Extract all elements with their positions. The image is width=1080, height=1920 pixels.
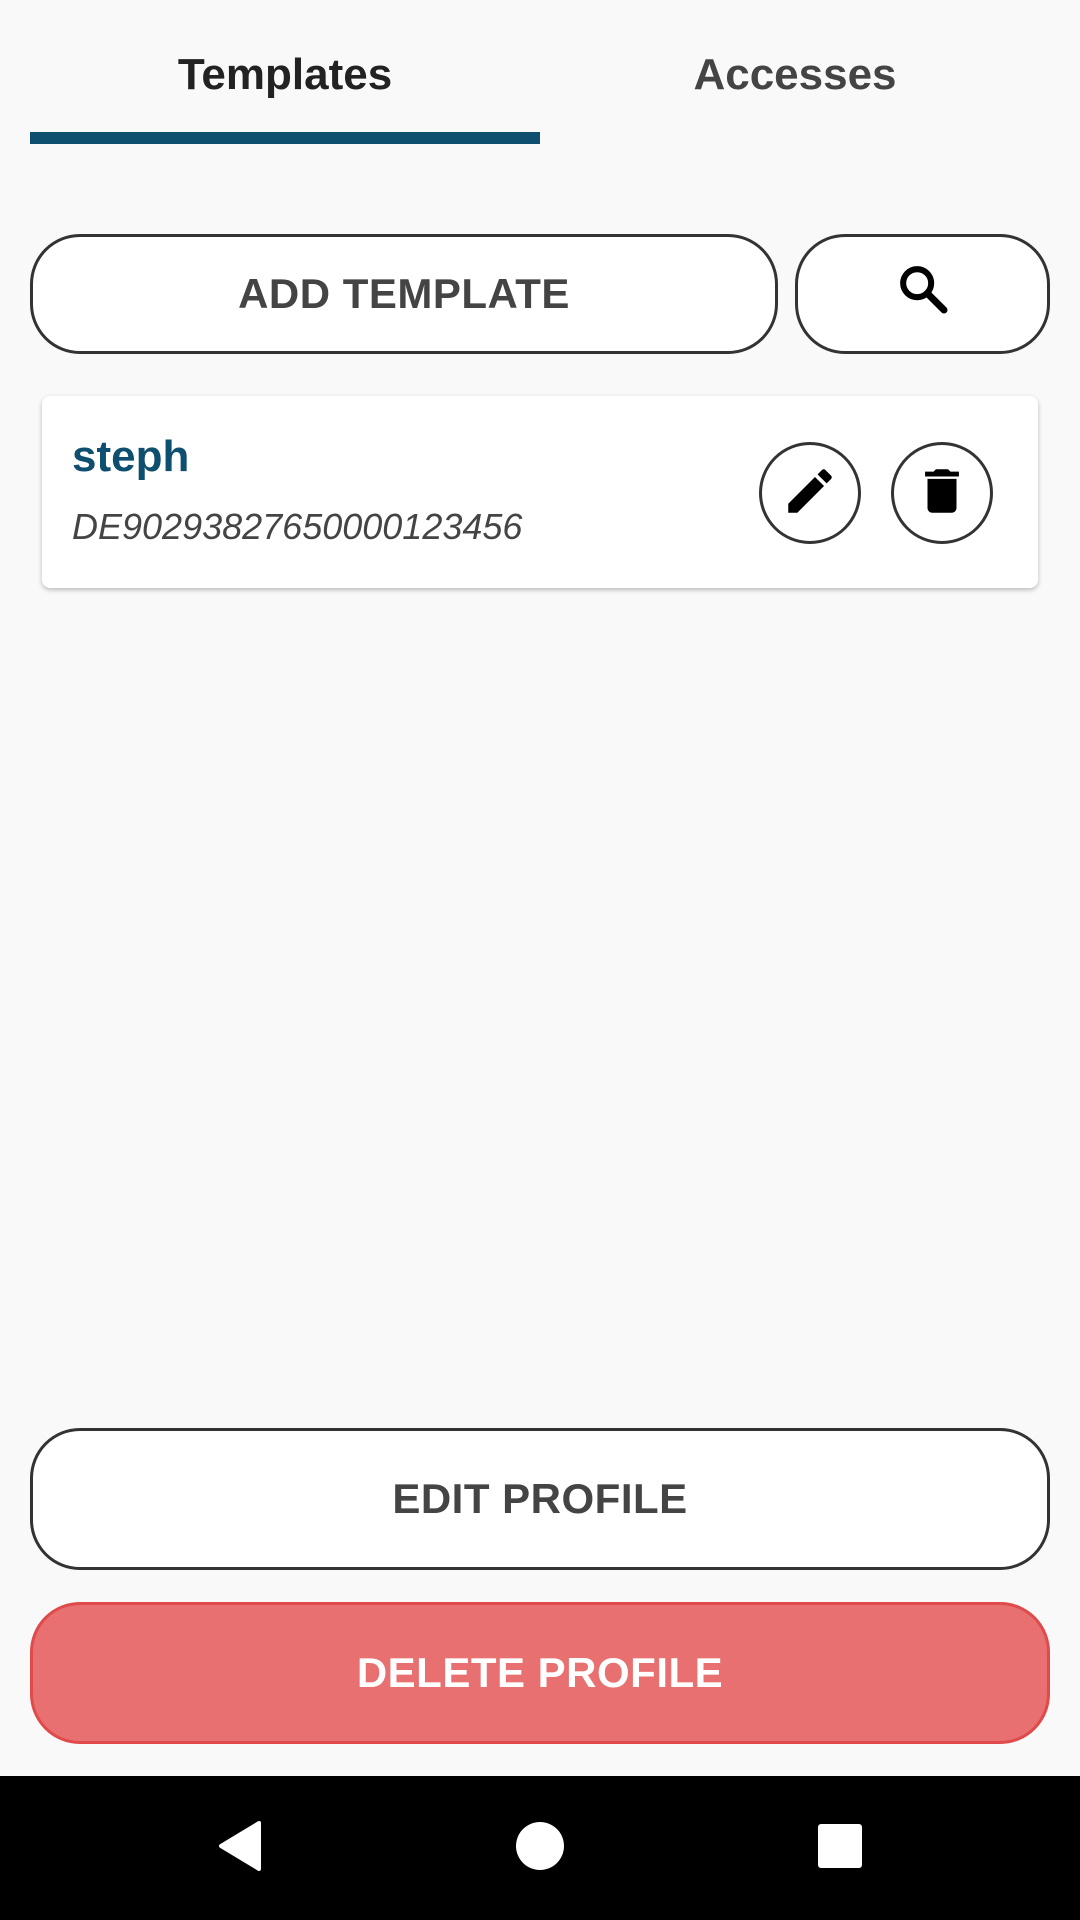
edit-template-button[interactable] bbox=[759, 442, 861, 544]
edit-profile-button[interactable]: EDIT PROFILE bbox=[30, 1428, 1050, 1570]
home-icon bbox=[515, 1821, 565, 1876]
pencil-icon bbox=[781, 462, 839, 525]
search-button[interactable] bbox=[795, 234, 1050, 354]
tab-indicator bbox=[30, 132, 540, 144]
nav-recents-button[interactable] bbox=[770, 1776, 910, 1920]
recents-icon bbox=[817, 1823, 863, 1874]
tab-templates[interactable]: Templates bbox=[30, 0, 540, 145]
delete-profile-label: DELETE PROFILE bbox=[356, 1649, 724, 1696]
nav-back-button[interactable] bbox=[170, 1776, 310, 1920]
system-nav-bar bbox=[0, 1776, 1080, 1920]
tab-accesses[interactable]: Accesses bbox=[540, 0, 1050, 145]
delete-profile-button[interactable]: DELETE PROFILE bbox=[30, 1602, 1050, 1744]
app-screen: Templates Accesses ADD TEMPLATE steph DE… bbox=[0, 0, 1080, 1920]
delete-template-button[interactable] bbox=[891, 442, 993, 544]
nav-home-button[interactable] bbox=[470, 1776, 610, 1920]
back-icon bbox=[215, 1819, 265, 1878]
trash-icon bbox=[913, 462, 971, 525]
template-iban: DE90293827650000123456 bbox=[72, 506, 523, 547]
add-template-label: ADD TEMPLATE bbox=[238, 270, 570, 317]
tab-bar: Templates Accesses bbox=[0, 0, 1080, 145]
search-icon bbox=[895, 261, 951, 327]
tab-accesses-label: Accesses bbox=[693, 50, 897, 99]
template-name: steph bbox=[72, 432, 190, 481]
template-card[interactable]: steph DE90293827650000123456 bbox=[42, 396, 1038, 588]
edit-profile-label: EDIT PROFILE bbox=[392, 1475, 688, 1522]
tab-templates-label: Templates bbox=[177, 50, 393, 99]
add-template-button[interactable]: ADD TEMPLATE bbox=[30, 234, 778, 354]
